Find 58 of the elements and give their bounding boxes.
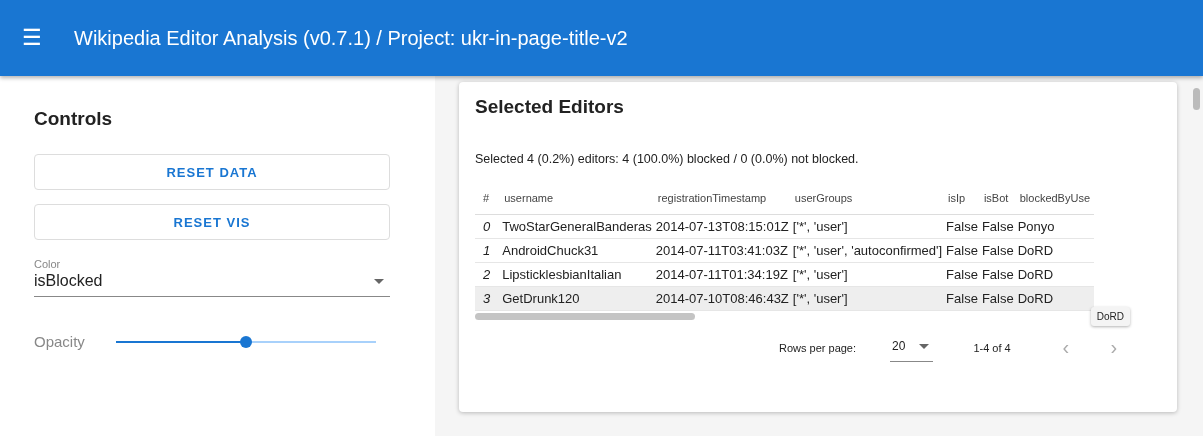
scrollbar-thumb[interactable]: [1193, 88, 1200, 110]
table-cell: GetDrunk120: [500, 286, 654, 311]
table-cell: ['*', 'user', 'autoconfirmed']: [790, 238, 945, 263]
table-cell: False: [944, 262, 980, 287]
table-cell: 0: [475, 214, 501, 239]
table-cell: False: [944, 238, 980, 263]
opacity-label: Opacity: [34, 333, 86, 350]
table-row[interactable]: 2 LipsticklesbianItalian 2014-07-11T01:34:19Z ['*', 'user'] False False DoRD: [475, 262, 1095, 287]
table-cell: False: [944, 214, 980, 239]
table-cell: ['*', 'user']: [790, 214, 945, 239]
table-cell: DoRD: [1015, 238, 1095, 263]
table-cell: False: [944, 286, 980, 311]
table-cell: 2014-07-13T08:15:01Z: [653, 214, 791, 239]
table-cell: False: [979, 214, 1016, 239]
rows-per-page-label: Rows per page:: [779, 341, 857, 354]
table-cell: 2014-07-10T08:46:43Z: [653, 286, 791, 311]
table-cell: DoRD: [1015, 262, 1095, 287]
rows-per-page-value: 20: [892, 339, 906, 353]
column-header[interactable]: #: [475, 186, 501, 215]
reset-button[interactable]: RESET DATA: [34, 154, 390, 190]
tooltip: DoRD: [1090, 307, 1130, 326]
table-cell: TwoStarGeneralBanderas: [500, 214, 654, 239]
table-cell: 2: [475, 262, 501, 287]
table-cell: False: [979, 262, 1016, 287]
column-header[interactable]: registrationTimestamp: [653, 186, 791, 215]
column-header[interactable]: userGroups: [790, 186, 945, 215]
scrollbar-thumb[interactable]: [475, 313, 695, 320]
table-cell: LipsticklesbianItalian: [500, 262, 654, 287]
menu-button[interactable]: ☰: [18, 25, 46, 51]
color-select[interactable]: Color isBlocked: [34, 254, 390, 297]
card-title: Selected Editors: [475, 96, 625, 118]
column-header[interactable]: isBot: [979, 186, 1016, 215]
table-cell: AndroidChuck31: [500, 238, 654, 263]
table-row[interactable]: 0 TwoStarGeneralBanderas 2014-07-13T08:15:01Z ['*', 'user'] False False Ponyo: [475, 214, 1095, 239]
table-cell: 2014-07-11T03:41:03Z: [653, 238, 791, 263]
table-cell: False: [979, 238, 1016, 263]
page-range: 1-4 of 4: [973, 341, 1011, 354]
table-cell: ['*', 'user']: [790, 262, 945, 287]
column-header[interactable]: blockedByUse: [1015, 186, 1095, 215]
slider-thumb[interactable]: [240, 335, 252, 348]
table-cell: Ponyo: [1015, 214, 1095, 239]
table-row[interactable]: 1 AndroidChuck31 2014-07-11T03:41:03Z ['*', 'user', 'autoconfirmed'] False False DoRD: [475, 238, 1095, 263]
rows-per-page-select[interactable]: 20: [890, 333, 934, 362]
controls-title: Controls: [34, 108, 114, 130]
table-row[interactable]: 3 GetDrunk120 2014-07-10T08:46:43Z ['*', 'user'] False False DoRD: [475, 286, 1095, 311]
column-header[interactable]: username: [500, 186, 654, 215]
table-cell: 2014-07-11T01:34:19Z: [653, 262, 791, 287]
app-title: Wikipedia Editor Analysis (v0.7.1) / Project: ukr-in-page-title-v2: [74, 26, 628, 50]
table-cell: 1: [475, 238, 501, 263]
caret-icon: [374, 278, 384, 284]
column-header[interactable]: isIp: [944, 186, 980, 215]
select-label: Color: [34, 258, 61, 270]
table-cell: ['*', 'user']: [790, 286, 945, 311]
summary-text: Selected 4 (0.2%) editors: 4 (100.0%) blocked / 0 (0.0%) not blocked.: [475, 152, 860, 166]
select-value: isBlocked: [34, 272, 103, 290]
table-cell: 3: [475, 286, 501, 311]
caret-icon: [919, 343, 930, 349]
reset-button[interactable]: RESET VIS: [34, 204, 390, 240]
